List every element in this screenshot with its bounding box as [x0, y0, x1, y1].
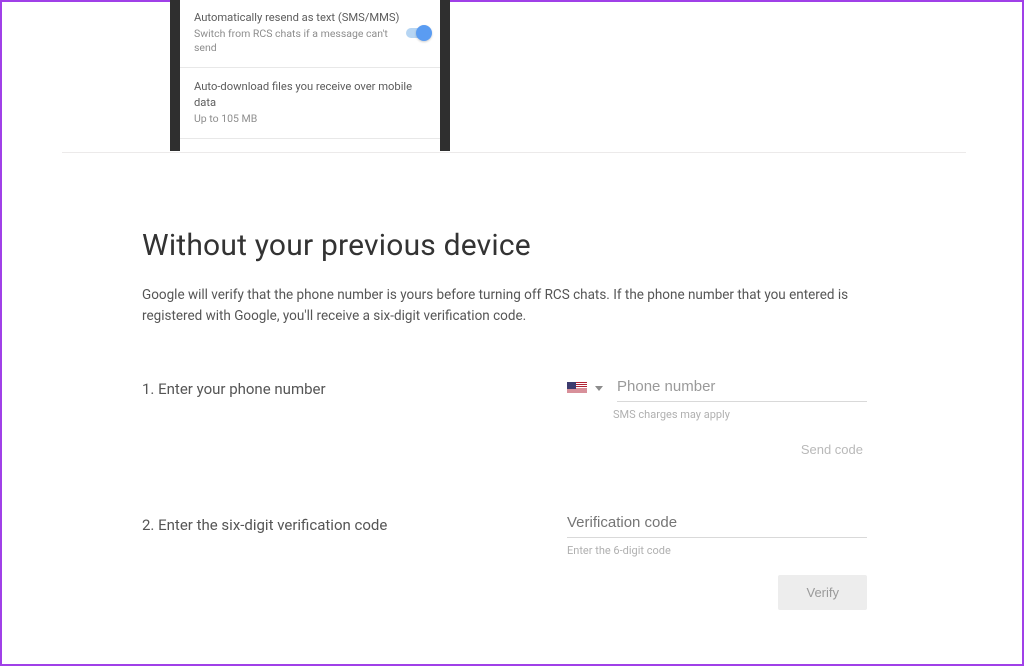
send-code-button[interactable]: Send code — [801, 442, 863, 457]
phone-hint: SMS charges may apply — [567, 408, 882, 421]
step-2-controls: Enter the 6-digit code Verify — [567, 510, 882, 610]
setting-title: Automatically resend as text (SMS/MMS) — [194, 10, 428, 25]
setting-subtitle: Switch from RCS chats if a message can't… — [194, 27, 394, 55]
setting-auto-download-roaming: Auto-download files while roaming Charge… — [180, 139, 440, 151]
phone-settings-list: Automatically resend as text (SMS/MMS) S… — [180, 0, 440, 151]
verification-code-input[interactable] — [567, 510, 867, 538]
step-1-label: 1. Enter your phone number — [142, 374, 567, 398]
step-2: 2. Enter the six-digit verification code… — [142, 510, 882, 610]
phone-frame: Automatically resend as text (SMS/MMS) S… — [170, 0, 450, 151]
step-2-label: 2. Enter the six-digit verification code — [142, 510, 567, 534]
toggle-icon — [406, 28, 430, 38]
step-1-controls: SMS charges may apply Send code — [567, 374, 882, 458]
article-body: Without your previous device Google will… — [142, 228, 882, 327]
setting-auto-resend: Automatically resend as text (SMS/MMS) S… — [180, 0, 440, 68]
setting-auto-download-mobile: Auto-download files you receive over mob… — [180, 68, 440, 138]
us-flag-icon[interactable] — [567, 382, 587, 394]
divider — [62, 152, 966, 153]
steps: 1. Enter your phone number SMS charges m… — [142, 356, 882, 610]
setting-subtitle: Up to 105 MB — [194, 112, 394, 126]
phone-mockup: Automatically resend as text (SMS/MMS) S… — [170, 0, 450, 151]
setting-title: Auto-download files you receive over mob… — [194, 79, 428, 109]
section-lead: Google will verify that the phone number… — [142, 285, 882, 327]
verify-button[interactable]: Verify — [778, 575, 867, 610]
step-1: 1. Enter your phone number SMS charges m… — [142, 374, 882, 458]
country-dropdown-icon[interactable] — [595, 386, 603, 391]
setting-title: Auto-download files while roaming — [194, 150, 428, 151]
verification-hint: Enter the 6-digit code — [567, 544, 882, 557]
phone-number-input[interactable] — [617, 374, 867, 402]
section-heading: Without your previous device — [142, 228, 882, 263]
